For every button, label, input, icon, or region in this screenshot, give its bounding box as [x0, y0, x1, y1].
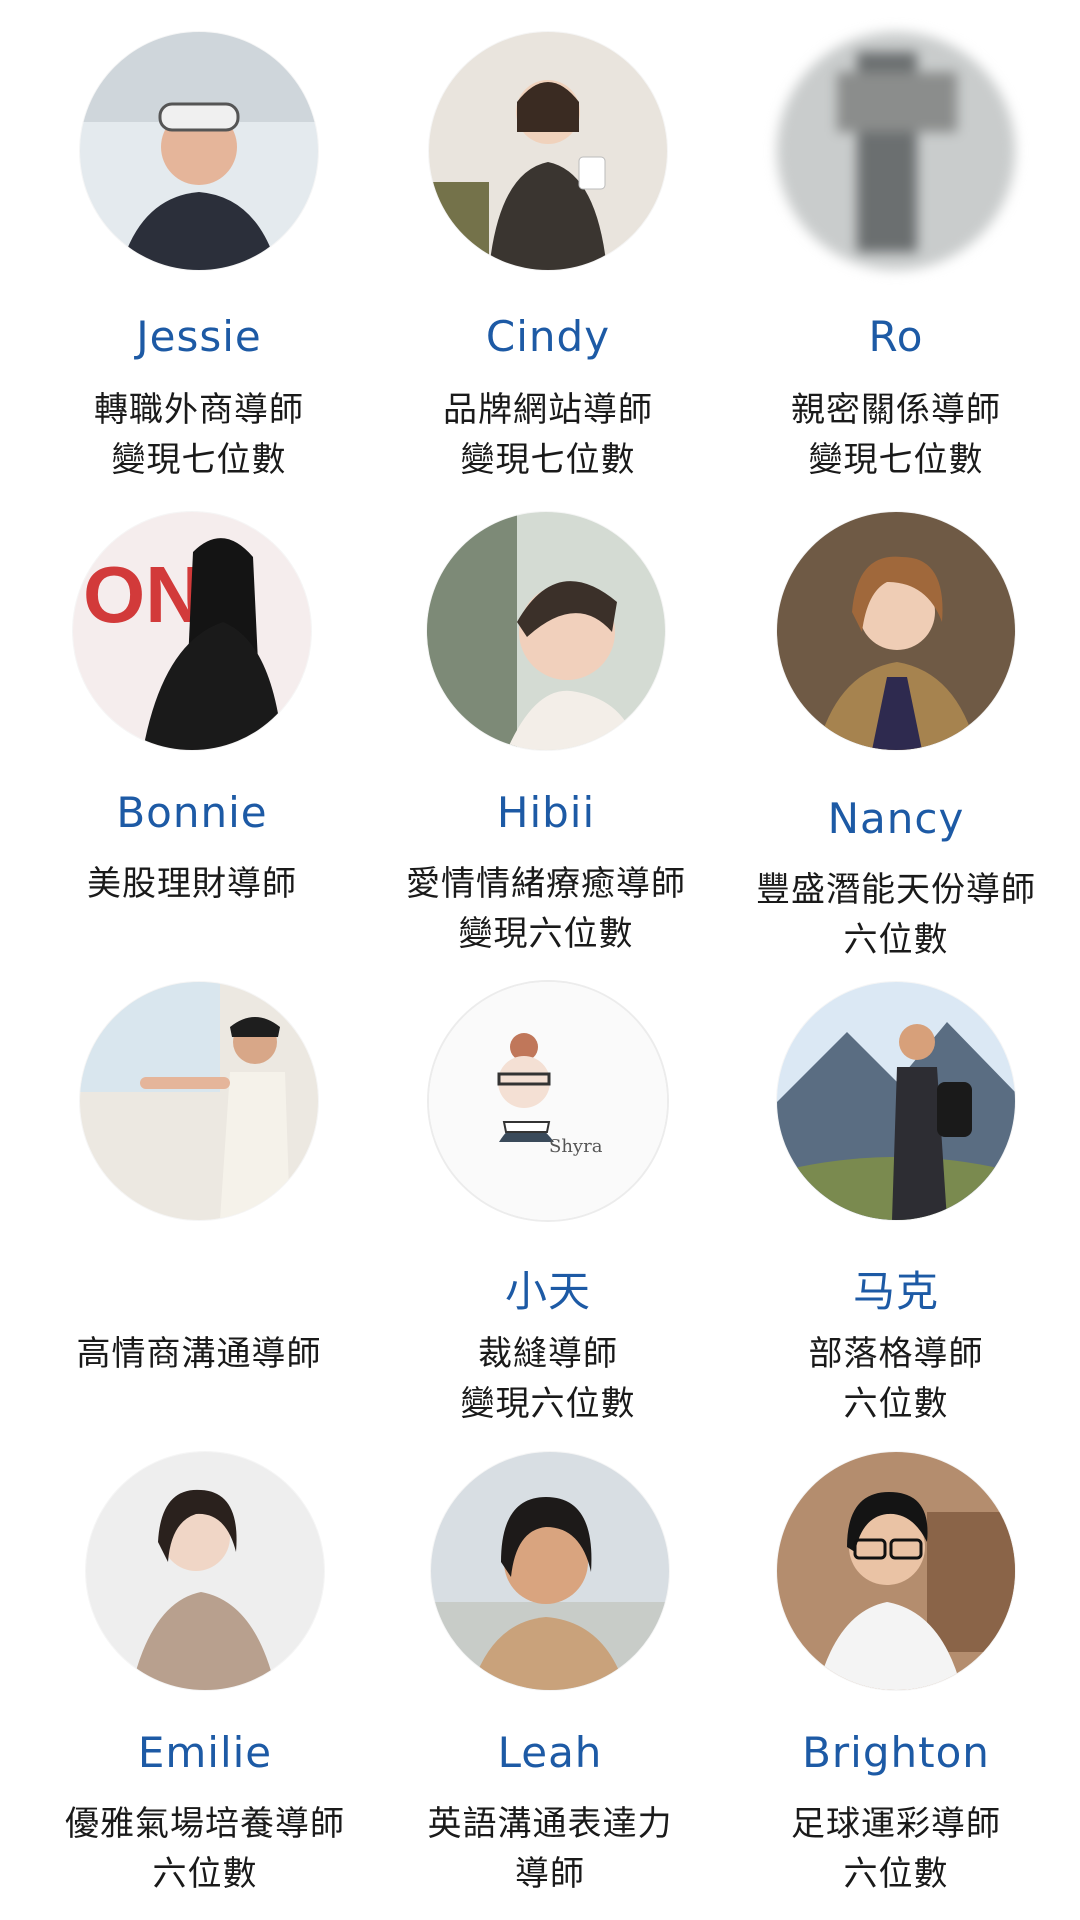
mentor-name: 马克 [852, 1267, 939, 1316]
person-photo-icon [777, 982, 1015, 1220]
avatar [86, 1452, 324, 1690]
mentor-title: 愛情情緒療癒導師 [406, 864, 686, 904]
avatar: Shyra [429, 982, 667, 1220]
person-photo-icon [80, 982, 318, 1220]
avatar [777, 512, 1015, 750]
mentor-title: 高情商溝通導師 [76, 1334, 322, 1374]
person-photo-icon [86, 1452, 324, 1690]
person-photo-icon [777, 1452, 1015, 1690]
avatar [429, 32, 667, 270]
mentor-grid: Jessie 轉職外商導師 變現七位數 Cindy 品牌網站導師 變現七位數 R… [0, 0, 1080, 1920]
mentor-name: Ro [868, 312, 924, 361]
illustration-icon: Shyra [429, 982, 667, 1220]
avatar [777, 1452, 1015, 1690]
person-photo-icon: ON [73, 512, 311, 750]
person-photo-icon [427, 512, 665, 750]
mentor-title: 親密關係導師 [791, 390, 1001, 430]
avatar [777, 982, 1015, 1220]
mentor-name: Emilie [137, 1728, 273, 1777]
svg-text:Shyra: Shyra [549, 1136, 603, 1157]
mentor-name: Bonnie [116, 788, 268, 837]
mentor-title: 豐盛潛能天份導師 [756, 870, 1036, 910]
mentor-title: 品牌網站導師 [443, 390, 653, 430]
mentor-name: Hibii [496, 788, 596, 837]
mentor-title: 優雅氣場培養導師 [65, 1804, 345, 1844]
mentor-achievement: 六位數 [843, 1854, 949, 1894]
mentor-name: Leah [497, 1728, 603, 1777]
mentor-name: Jessie [136, 312, 262, 361]
blurred-photo-icon [777, 32, 1015, 270]
mentor-title: 部落格導師 [808, 1334, 984, 1374]
avatar [777, 32, 1015, 270]
avatar [80, 32, 318, 270]
mentor-achievement: 變現六位數 [460, 1384, 636, 1424]
mentor-title: 裁縫導師 [478, 1334, 618, 1374]
mentor-name: Nancy [827, 794, 965, 843]
mentor-achievement: 變現七位數 [460, 440, 636, 480]
mentor-achievement: 變現七位數 [111, 440, 287, 480]
person-photo-icon [431, 1452, 669, 1690]
mentor-achievement: 六位數 [843, 920, 949, 960]
person-photo-icon [80, 32, 318, 270]
person-photo-icon [777, 512, 1015, 750]
avatar [431, 1452, 669, 1690]
mentor-achievement: 變現六位數 [458, 914, 634, 954]
mentor-achievement: 六位數 [152, 1854, 258, 1894]
mentor-title: 英語溝通表達力 [427, 1804, 673, 1844]
mentor-achievement: 六位數 [843, 1384, 949, 1424]
svg-text:ON: ON [83, 550, 203, 639]
mentor-title: 足球運彩導師 [791, 1804, 1001, 1844]
person-photo-icon [429, 32, 667, 270]
mentor-achievement: 變現七位數 [808, 440, 984, 480]
mentor-name: Brighton [802, 1728, 990, 1777]
avatar [427, 512, 665, 750]
mentor-title: 轉職外商導師 [94, 390, 304, 430]
mentor-name: Cindy [485, 312, 611, 361]
mentor-name: 小天 [504, 1267, 591, 1316]
avatar [80, 982, 318, 1220]
mentor-title: 美股理財導師 [87, 864, 297, 904]
mentor-achievement: 導師 [515, 1854, 585, 1894]
avatar: ON [73, 512, 311, 750]
